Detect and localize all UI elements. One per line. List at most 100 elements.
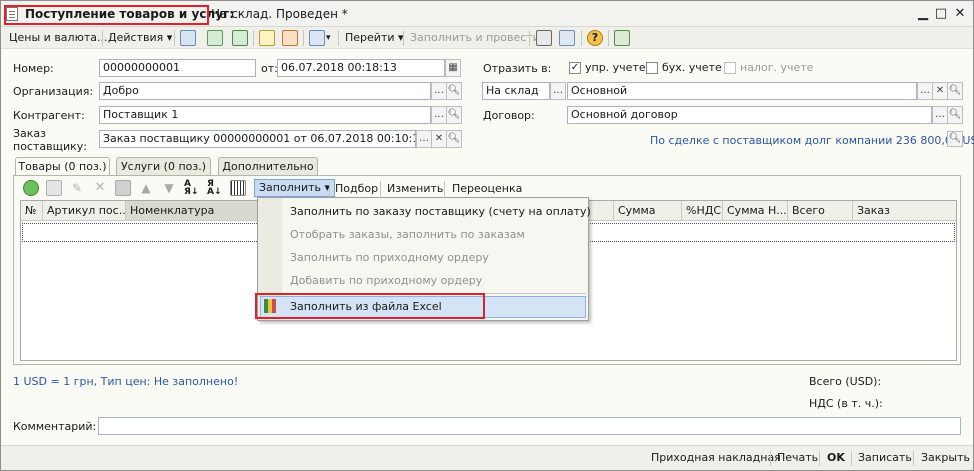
mgmt-accounting-label: упр. учете [585, 61, 646, 74]
structure-icon[interactable] [282, 30, 298, 46]
print-preview-icon[interactable] [309, 30, 325, 46]
structure-tree-icon[interactable] [614, 30, 630, 46]
toolbar-separator [608, 30, 609, 46]
tab-services-label: Услуги (0 поз.) [120, 160, 207, 173]
add-row-icon[interactable] [23, 180, 39, 196]
prices-currency-button[interactable]: Цены и валюта... [9, 30, 107, 46]
column-header-total[interactable]: Всего [788, 201, 853, 221]
document-window: Поступление товаров и услуг: На склад. П… [0, 0, 974, 471]
calendar-icon[interactable]: ▦ [445, 59, 461, 77]
close-window-button[interactable]: ✕ [952, 6, 968, 22]
save-row-icon[interactable] [115, 180, 131, 196]
select-order-button[interactable]: … [416, 130, 432, 148]
open-contract-icon[interactable]: 🔍︎ [947, 106, 963, 124]
post-document-icon[interactable] [232, 30, 248, 46]
open-organization-icon[interactable]: 🔍︎ [446, 82, 462, 100]
copy-row-icon[interactable] [46, 180, 62, 196]
toolbar-separator [303, 30, 304, 46]
save-button[interactable]: Записать [858, 451, 912, 464]
fill-menu-button[interactable]: Заполнить ▾ [254, 179, 336, 197]
chevron-down-icon[interactable]: ▾ [326, 30, 331, 46]
selection-button[interactable]: Подбор [335, 181, 378, 197]
fill-and-post-button[interactable]: Заполнить и провести [410, 30, 540, 46]
sort-list-icon[interactable] [559, 30, 575, 46]
menu-item-fill-by-receipt-order[interactable]: Заполнить по приходному ордеру [290, 250, 489, 266]
tax-accounting-checkbox[interactable] [724, 62, 736, 74]
fill-menu-label: Заполнить [259, 181, 321, 194]
number-field[interactable]: 00000000001 [99, 59, 256, 77]
counterparty-field[interactable]: Поставщик 1 [99, 106, 431, 124]
mgmt-accounting-checkbox[interactable]: ✓ [569, 62, 581, 74]
actions-menu-button[interactable]: Действия ▾ [108, 30, 172, 46]
column-header-vat-rate[interactable]: %НДС [682, 201, 723, 221]
goto-menu-button[interactable]: Перейти ▾ [345, 30, 404, 46]
document-journal-icon[interactable] [180, 30, 196, 46]
change-button[interactable]: Изменить [387, 181, 443, 197]
open-warehouse-icon[interactable]: 🔍︎ [947, 82, 963, 100]
barcode-icon[interactable] [230, 180, 246, 196]
comment-field[interactable] [98, 417, 961, 435]
clear-order-icon[interactable]: ✕ [431, 130, 447, 148]
warehouse-type-dropdown-button[interactable]: … [550, 82, 566, 100]
select-organization-button[interactable]: … [431, 82, 447, 100]
column-header-article[interactable]: Артикул пос... [43, 201, 126, 221]
reflect-in-label: Отразить в: [483, 62, 552, 75]
ok-button[interactable]: OK [827, 451, 845, 464]
vat-included-label: НДС (в т. ч.): [809, 397, 883, 410]
date-field[interactable]: 06.07.2018 00:18:13 [277, 59, 445, 77]
close-button[interactable]: Закрыть [921, 451, 970, 464]
toolbar-separator [174, 30, 175, 46]
debt-details-icon[interactable]: 🔍︎ [947, 131, 963, 147]
minimize-button[interactable]: ▁ [915, 6, 931, 22]
toolbar-separator [102, 30, 103, 46]
maximize-button[interactable]: □ [933, 6, 949, 22]
supplier-order-field[interactable]: Заказ поставщику 00000000001 от 06.07.20… [99, 130, 416, 148]
menu-item-add-by-receipt-order[interactable]: Добавить по приходному ордеру [290, 273, 482, 289]
supplier-order-label-line1: Заказ [13, 127, 47, 140]
excel-item-highlight-box [255, 293, 485, 319]
contract-field[interactable]: Основной договор [567, 106, 932, 124]
column-header-nomenclature[interactable]: Номенклатура [126, 201, 261, 221]
create-based-on-icon[interactable] [259, 30, 275, 46]
open-counterparty-icon[interactable]: 🔍︎ [446, 106, 462, 124]
receipt-invoice-button[interactable]: Приходная накладная [651, 451, 781, 464]
select-counterparty-button[interactable]: … [431, 106, 447, 124]
sort-ascending-icon[interactable]: A Я↓ [184, 180, 200, 197]
bottom-button-bar: Приходная накладная Печать OK Записать З… [1, 445, 973, 470]
list-settings-icon[interactable] [536, 30, 552, 46]
toolbar-separator [913, 451, 914, 466]
warehouse-type-select[interactable]: На склад [482, 82, 550, 100]
column-header-amount[interactable]: Сумма [614, 201, 682, 221]
tab-services[interactable]: Услуги (0 поз.) [116, 157, 211, 175]
move-up-icon[interactable]: ▲ [138, 180, 154, 196]
move-down-icon[interactable]: ▼ [161, 180, 177, 196]
tab-additional[interactable]: Дополнительно [218, 157, 318, 175]
exchange-rate-link[interactable]: 1 USD = 1 грн, Тип цен: Не заполнено! [13, 375, 238, 389]
refresh-document-icon[interactable] [207, 30, 223, 46]
toolbar-separator [338, 30, 339, 46]
comment-label: Комментарий: [13, 420, 97, 433]
help-icon[interactable]: ? [587, 30, 603, 46]
column-header-vat-amount[interactable]: Сумма Н... [723, 201, 788, 221]
delete-row-icon[interactable]: ✕ [92, 180, 108, 196]
date-label: от: [261, 62, 278, 75]
debt-info-link[interactable]: По сделке с поставщиком долг компании 23… [650, 134, 974, 148]
sort-descending-icon[interactable]: Я A↓ [207, 180, 223, 197]
title-highlight-box [4, 5, 209, 25]
toolbar-separator [329, 181, 330, 197]
menu-item-select-orders[interactable]: Отобрать заказы, заполнить по заказам [290, 227, 525, 243]
open-order-icon[interactable]: 🔍︎ [446, 130, 462, 148]
column-header-order[interactable]: Заказ [853, 201, 956, 221]
menu-item-fill-by-supplier-order[interactable]: Заполнить по заказу поставщику (счету на… [290, 204, 591, 220]
edit-row-icon[interactable]: ✎ [69, 180, 85, 196]
clear-warehouse-icon[interactable]: ✕ [932, 82, 948, 100]
print-button[interactable]: Печать [777, 451, 818, 464]
select-warehouse-button[interactable]: … [917, 82, 933, 100]
revaluation-button[interactable]: Переоценка [452, 181, 522, 197]
organization-field[interactable]: Добро [99, 82, 431, 100]
tab-goods[interactable]: Товары (0 поз.) [15, 157, 110, 176]
book-accounting-checkbox[interactable] [646, 62, 658, 74]
column-header-number[interactable]: № [21, 201, 43, 221]
warehouse-field[interactable]: Основной [567, 82, 917, 100]
select-contract-button[interactable]: … [932, 106, 948, 124]
